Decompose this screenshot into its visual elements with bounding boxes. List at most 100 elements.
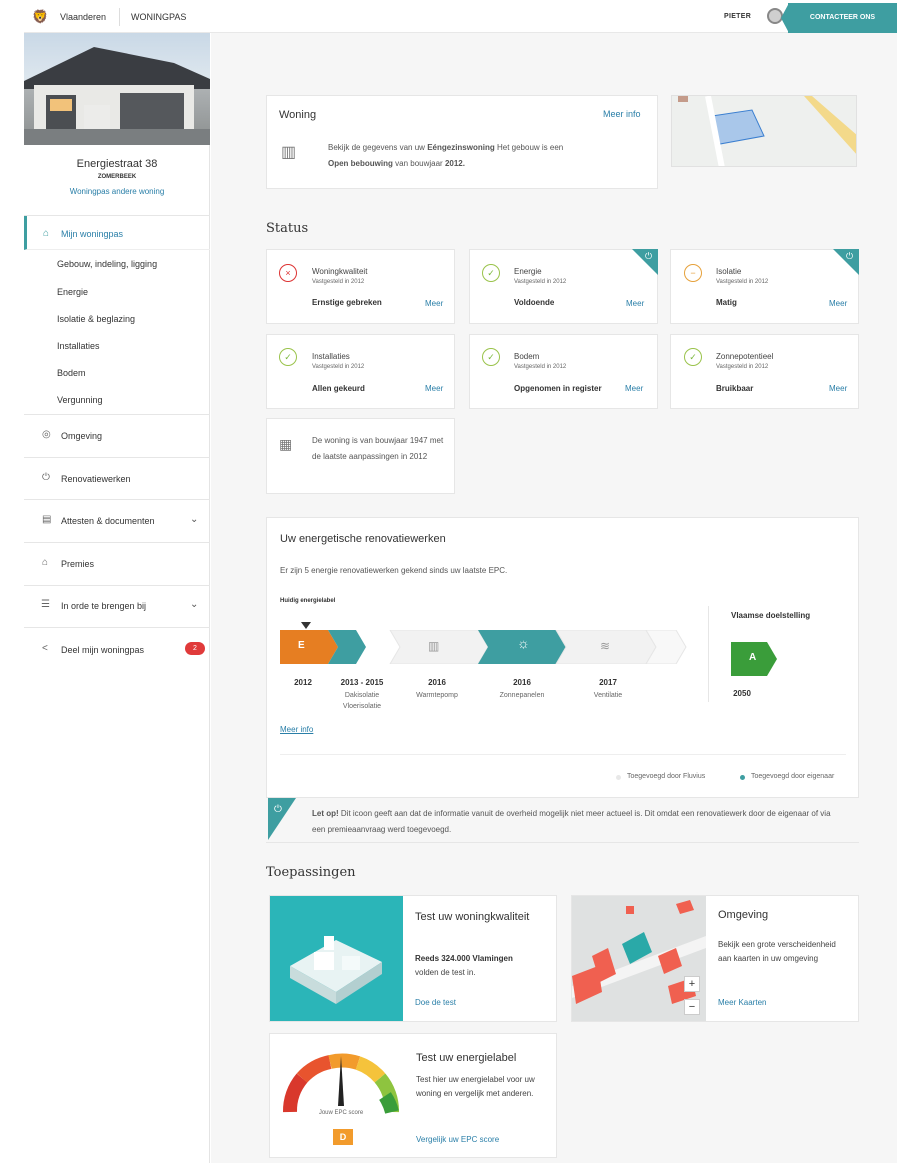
epc-score-value: D (333, 1129, 353, 1145)
step-year: 2013 - 2015 (340, 678, 384, 687)
status-card-sub: Vastgesteld in 2012 (514, 364, 567, 370)
woning-text-2: Het gebouw is een (496, 143, 564, 152)
city: ZOMERBEEK (97, 174, 137, 180)
vlaanderen-logo-icon[interactable]: 🦁 (32, 9, 48, 25)
status-card-sub: Vastgesteld in 2012 (716, 279, 769, 285)
status-card-meer-link[interactable]: Meer (626, 299, 644, 308)
section-name[interactable]: WONINGPAS (131, 12, 186, 22)
divider (24, 499, 210, 500)
tag-icon: ⌂ (42, 557, 49, 568)
chevron-down-icon[interactable]: ⌄ (190, 599, 198, 610)
status-card-name: Installaties (312, 352, 350, 361)
nav-in-orde[interactable]: In orde te brengen bij (61, 601, 146, 611)
status-card-meer-link[interactable]: Meer (425, 299, 443, 308)
app-title: Test uw woningkwaliteit (415, 911, 530, 923)
zoom-out-button[interactable]: − (684, 999, 700, 1015)
status-card-value: Ernstige gebreken (312, 298, 382, 307)
status-title: Status (266, 221, 309, 236)
nav-deel[interactable]: Deel mijn woningpas (61, 645, 144, 655)
warning-x-icon: × (279, 264, 297, 282)
subnav-energie[interactable]: Energie (57, 287, 88, 297)
divider (266, 842, 859, 843)
nav-omgeving[interactable]: Omgeving (61, 431, 102, 441)
label-a: A (749, 652, 757, 663)
status-card-zonnepotentieel (670, 334, 859, 409)
status-card-value: Allen gekeurd (312, 384, 365, 393)
step-label: Ventilatie (593, 692, 623, 699)
user-name[interactable]: PIETER (724, 13, 751, 20)
zoom-in-button[interactable]: + (684, 976, 700, 992)
other-home-link[interactable]: Woningpas andere woning (24, 187, 210, 196)
status-card-value: Opgenomen in register (514, 384, 602, 393)
note-flag (268, 798, 296, 840)
status-card-name: Bodem (514, 352, 540, 361)
label-e-step (280, 630, 338, 664)
renovation-icon: ⏻ (42, 472, 50, 483)
woning-text-3: van bouwjaar (395, 159, 443, 168)
woning-map[interactable] (671, 95, 857, 167)
nav-attesten[interactable]: Attesten & documenten (61, 516, 155, 526)
nav-label-mijn-woningpas[interactable]: Mijn woningpas (61, 229, 123, 239)
check-icon: ✓ (482, 264, 500, 282)
subnav-gebouw[interactable]: Gebouw, indeling, ligging (57, 259, 157, 269)
nav-premies[interactable]: Premies (61, 559, 94, 569)
toepassingen-title: Toepassingen (266, 865, 356, 880)
step-year: 2016 (428, 678, 446, 687)
app-text: Test hier uw energielabel voor uw woning… (416, 1075, 535, 1098)
target-year: 2050 (733, 689, 751, 698)
app-title: Test uw energielabel (416, 1052, 517, 1064)
divider (708, 606, 709, 702)
status-card-sub: Vastgesteld in 2012 (514, 279, 567, 285)
app-link-vergelijk[interactable]: Vergelijk uw EPC score (416, 1135, 499, 1144)
status-card-sub: Vastgesteld in 2012 (312, 364, 365, 370)
address: Energiestraat 38 (76, 158, 158, 170)
app-link-doe-de-test[interactable]: Doe de test (415, 998, 456, 1007)
huidig-label: Huidig energielabel (280, 598, 336, 604)
subnav-bodem[interactable]: Bodem (57, 368, 86, 378)
check-icon: ✓ (279, 348, 297, 366)
subnav-installaties[interactable]: Installaties (57, 341, 100, 351)
status-card-bodem (469, 334, 658, 409)
subnav-isolatie[interactable]: Isolatie & beglazing (57, 314, 135, 324)
location-icon: ◎ (42, 429, 51, 440)
subnav-vergunning[interactable]: Vergunning (57, 395, 103, 405)
renovation-icon: ⏻ (846, 251, 854, 261)
status-card-value: Bruikbaar (716, 384, 754, 393)
home-icon: ⌂ (43, 228, 50, 239)
step-label: Zonnepanelen (499, 692, 545, 699)
chevron-down-icon[interactable]: ⌄ (190, 514, 198, 525)
nav-renovatiewerken[interactable]: Renovatiewerken (61, 474, 131, 484)
renovatie-intro: Er zijn 5 energie renovatiewerken gekend… (280, 566, 508, 575)
contact-button[interactable]: CONTACTEER ONS (788, 3, 897, 33)
woning-meer-info-link[interactable]: Meer info (603, 109, 641, 119)
renovatie-meer-info-link[interactable]: Meer info (280, 725, 313, 734)
status-card-name: Energie (514, 267, 542, 276)
woning-type: Eéngezinswoning (427, 143, 495, 152)
app-title: Omgeving (718, 909, 769, 921)
status-card-name: Isolatie (716, 267, 742, 276)
app-bold: Reeds 324.000 Vlamingen (415, 954, 513, 963)
epc-gauge (283, 1053, 399, 1114)
woning-bebouwing: Open bebouwing (328, 159, 393, 168)
gauge-label: Jouw EPC score (318, 1110, 364, 1116)
legend-dot-eigenaar (740, 775, 745, 780)
status-card-meer-link[interactable]: Meer (829, 299, 847, 308)
divider (24, 627, 210, 628)
status-card-name: Zonnepotentieel (716, 352, 774, 361)
renovation-icon: ⏻ (645, 251, 653, 261)
sidebar (24, 33, 210, 1163)
notification-badge: 2 (185, 642, 205, 655)
divider (280, 754, 846, 755)
current-marker-icon (301, 622, 311, 629)
status-card-sub: Vastgesteld in 2012 (716, 364, 769, 370)
divider (24, 457, 210, 458)
status-card-meer-link[interactable]: Meer (829, 384, 847, 393)
brand-name[interactable]: Vlaanderen (60, 12, 106, 22)
status-card-meer-link[interactable]: Meer (425, 384, 443, 393)
step-year: 2012 (294, 678, 312, 687)
status-card-meer-link[interactable]: Meer (625, 384, 643, 393)
divider (24, 414, 210, 415)
legend-dot-fluvius (616, 775, 621, 780)
app-link-meer-kaarten[interactable]: Meer Kaarten (718, 998, 766, 1007)
status-card-value: Matig (716, 298, 737, 307)
